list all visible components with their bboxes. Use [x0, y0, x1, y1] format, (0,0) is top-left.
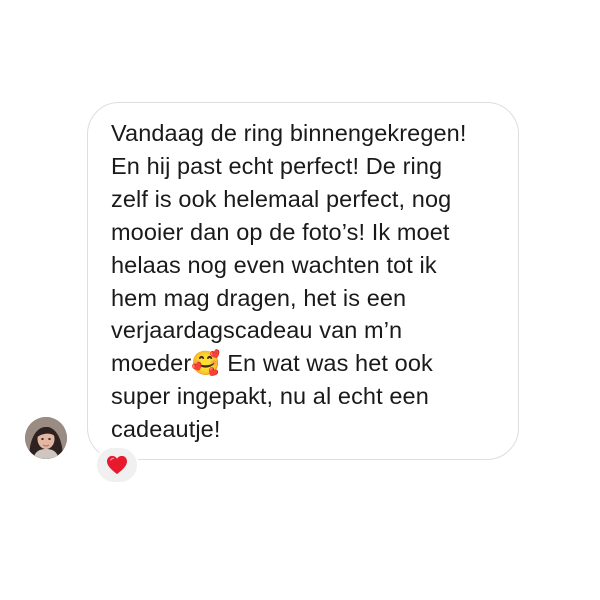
avatar[interactable]: [25, 417, 67, 459]
message-text: Vandaag de ring binnengekregen! En hij p…: [111, 120, 467, 443]
red-heart-icon: [107, 455, 127, 475]
chat-thread: Vandaag de ring binnengekregen! En hij p…: [0, 0, 600, 600]
reaction-badge[interactable]: [95, 446, 139, 484]
avatar-photo: [25, 417, 67, 459]
